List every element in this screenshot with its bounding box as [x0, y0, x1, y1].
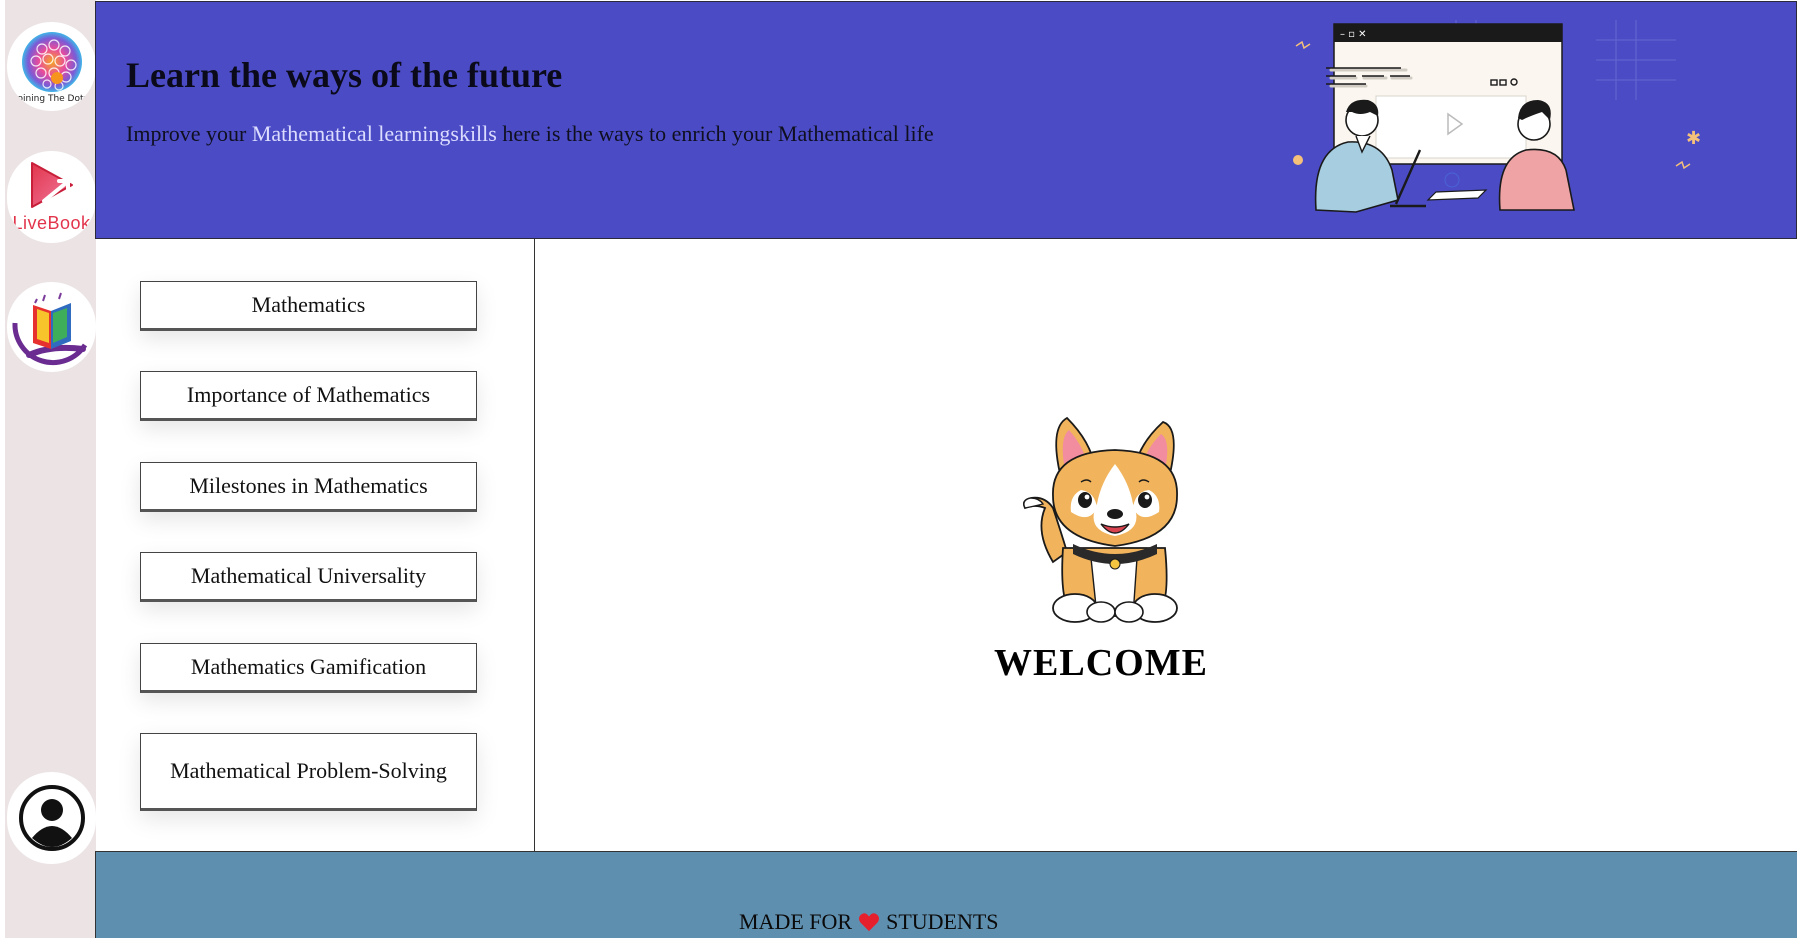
sidebar-item-label: Joining The Dots — [14, 94, 89, 104]
hero-header: Learn the ways of the future Improve you… — [95, 1, 1797, 239]
footer-made-for: MADE FOR — [739, 909, 853, 934]
menu-button-milestones-in-mathematics[interactable]: Milestones in Mathematics — [140, 462, 477, 512]
menu-button-mathematics-gamification[interactable]: Mathematics Gamification — [140, 643, 477, 693]
welcome-heading: WELCOME — [994, 642, 1208, 684]
online-learning-illustration: ✱ – ▫ ✕ — [1293, 20, 1701, 213]
footer-text: MADE FOR STUDENTS — [739, 909, 999, 935]
sidebar-item-label: LiveBook — [12, 212, 91, 233]
subtitle-highlight: Mathematical learningskills — [251, 121, 497, 146]
page-title: Learn the ways of the future — [126, 55, 563, 95]
menu-button-mathematical-problem-solving[interactable]: Mathematical Problem-Solving — [140, 733, 477, 811]
footer: MADE FOR STUDENTS — [95, 851, 1797, 938]
svg-text:✱: ✱ — [1686, 128, 1701, 149]
joining-dots-logo-icon — [21, 32, 82, 92]
sidebar-item-reading-book[interactable] — [7, 282, 96, 372]
menu-button-mathematical-universality[interactable]: Mathematical Universality — [140, 552, 477, 602]
dog-mascot-icon — [1022, 416, 1178, 623]
livebook-logo-icon — [30, 161, 73, 208]
menu-button-importance-of-mathematics[interactable]: Importance of Mathematics — [140, 371, 477, 421]
left-sidebar: Joining The Dots LiveBook — [5, 0, 96, 938]
user-avatar-icon — [18, 785, 85, 851]
menu-button-mathematics[interactable]: Mathematics — [140, 281, 477, 331]
heart-icon — [859, 913, 880, 932]
sidebar-item-user-profile[interactable] — [7, 772, 96, 864]
footer-students: STUDENTS — [886, 909, 999, 934]
svg-text:– ▫ ✕: – ▫ ✕ — [1340, 29, 1367, 40]
subtitle-prefix: Improve your — [126, 121, 252, 146]
subtitle-suffix: here is the ways to enrich your Mathemat… — [496, 121, 934, 146]
page-subtitle: Improve your Mathematical learningskills… — [126, 121, 934, 147]
sidebar-item-livebook[interactable]: LiveBook — [7, 151, 96, 243]
main-content: WELCOME — [535, 239, 1797, 851]
topic-menu: Mathematics Importance of Mathematics Mi… — [96, 239, 535, 851]
sidebar-item-joining-the-dots[interactable]: Joining The Dots — [7, 22, 96, 111]
book-logo-icon — [12, 292, 88, 365]
